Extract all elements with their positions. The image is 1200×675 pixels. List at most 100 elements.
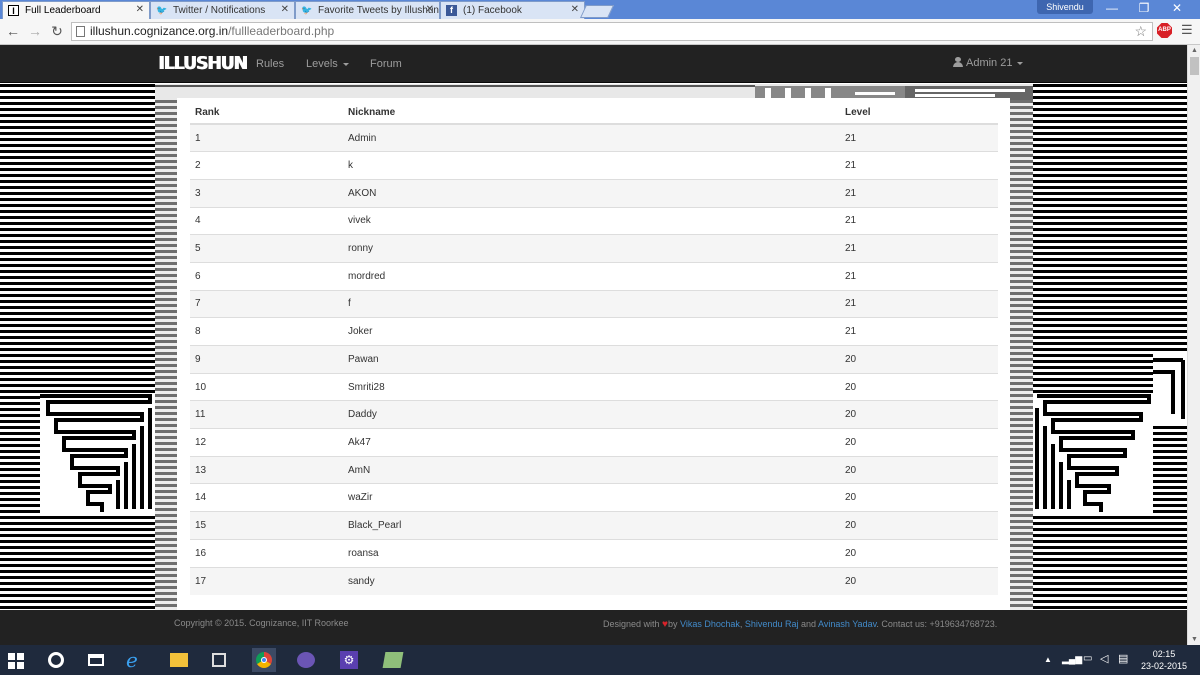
close-tab-icon[interactable]: ✕: [571, 4, 579, 15]
browser-toolbar: ← → ↻ illushun.cognizance.org.in/fulllea…: [0, 19, 1200, 45]
cell-rank: 5: [190, 234, 343, 263]
author-link-vikas[interactable]: Vikas Dhochak: [680, 619, 740, 629]
tab-twitter-notifications[interactable]: 🐦 Twitter / Notifications ✕: [150, 1, 295, 19]
cell-rank: 9: [190, 345, 343, 374]
tab-label: Favorite Tweets by Illushun: [318, 5, 439, 16]
cell-nickname: vivek: [343, 206, 840, 235]
maze-background-left: [0, 84, 155, 610]
by-text: by: [667, 619, 678, 629]
nav-rules[interactable]: Rules: [256, 58, 284, 70]
adblock-extension-icon[interactable]: ABP: [1157, 23, 1172, 38]
page-viewport: ILLUSHUN Rules Levels Forum Admin 21 Ran…: [0, 45, 1187, 645]
close-window-icon[interactable]: ✕: [1163, 1, 1191, 16]
user-icon: [953, 57, 963, 67]
scroll-up-arrow-icon[interactable]: ▲: [1191, 47, 1198, 54]
url-path: /fullleaderboard.php: [228, 24, 335, 38]
new-tab-button[interactable]: [579, 5, 615, 18]
cell-level: 20: [840, 400, 998, 429]
reload-icon[interactable]: ↻: [49, 23, 65, 39]
back-arrow-icon[interactable]: ←: [5, 23, 21, 39]
site-logo[interactable]: ILLUSHUN: [158, 53, 248, 74]
cell-level: 20: [840, 455, 998, 484]
cell-rank: 8: [190, 317, 343, 346]
nav-forum[interactable]: Forum: [370, 58, 402, 70]
table-row: 10 Smriti28 20: [190, 372, 998, 401]
app-purple-icon[interactable]: [297, 652, 315, 668]
browser-tab-strip: I Full Leaderboard ✕ 🐦 Twitter / Notific…: [0, 0, 1200, 19]
cell-rank: 7: [190, 289, 343, 318]
address-bar[interactable]: illushun.cognizance.org.in/fullleaderboa…: [71, 22, 1153, 41]
cell-level: 20: [840, 428, 998, 457]
minimize-icon[interactable]: —: [1098, 1, 1126, 16]
user-menu[interactable]: Admin 21: [953, 57, 1024, 69]
app-green-icon[interactable]: [382, 652, 404, 668]
site-navbar: ILLUSHUN Rules Levels Forum Admin 21: [0, 45, 1187, 83]
signal-icon[interactable]: ▂▄▆: [1062, 654, 1082, 665]
table-row: 15 Black_Pearl 20: [190, 511, 998, 540]
page-scrollbar[interactable]: ▲ ▼: [1187, 45, 1200, 645]
task-view-icon[interactable]: [88, 654, 104, 666]
close-tab-icon[interactable]: ✕: [281, 4, 289, 15]
and-text: and: [800, 619, 817, 629]
table-row: 5 ronny 21: [190, 234, 998, 263]
notification-icon[interactable]: ▤: [1118, 652, 1128, 665]
maze-background-gray-left: [155, 100, 177, 610]
battery-icon[interactable]: ▭: [1083, 653, 1092, 664]
scrollbar-thumb[interactable]: [1190, 57, 1199, 75]
cell-rank: 1: [190, 123, 343, 152]
search-circle-icon[interactable]: [48, 652, 64, 668]
chevron-down-icon: [342, 62, 349, 66]
cell-level: 20: [840, 566, 998, 595]
tray-expand-icon[interactable]: ▲: [1044, 655, 1052, 664]
cell-nickname: Joker: [343, 317, 840, 346]
cell-nickname: Admin: [343, 123, 840, 152]
cell-rank: 4: [190, 206, 343, 235]
cell-level: 21: [840, 317, 998, 346]
maze-background-right: [1033, 84, 1187, 610]
forward-arrow-icon[interactable]: →: [27, 23, 43, 39]
table-row: 17 sandy 20: [190, 566, 998, 595]
separator-text: ,: [739, 619, 743, 629]
browser-menu-icon[interactable]: ☰: [1181, 23, 1195, 37]
tab-full-leaderboard[interactable]: I Full Leaderboard ✕: [2, 1, 150, 19]
volume-icon[interactable]: ◁: [1100, 652, 1108, 665]
cell-nickname: mordred: [343, 261, 840, 291]
column-header-rank: Rank: [190, 98, 343, 125]
table-row: 4 vivek 21: [190, 206, 998, 235]
close-tab-icon[interactable]: ✕: [426, 4, 434, 15]
profile-badge[interactable]: Shivendu: [1037, 0, 1093, 14]
tab-facebook[interactable]: f (1) Facebook ✕: [440, 1, 585, 19]
clock-time[interactable]: 02:15: [1140, 649, 1188, 659]
cell-nickname: f: [343, 289, 840, 318]
table-row: 7 f 21: [190, 289, 998, 318]
leaderboard-table: Rank Nickname Level 1 Admin 21 2 k 21 3 AKON 21 4…: [190, 98, 998, 595]
cell-rank: 17: [190, 566, 343, 595]
scroll-down-arrow-icon[interactable]: ▼: [1191, 636, 1198, 643]
author-link-shivendu[interactable]: Shivendu Raj: [745, 619, 799, 629]
cell-level: 21: [840, 234, 998, 263]
restore-icon[interactable]: ❐: [1130, 1, 1158, 16]
settings-gear-icon[interactable]: ⚙: [340, 651, 358, 669]
cell-level: 21: [840, 206, 998, 235]
cell-level: 21: [840, 289, 998, 318]
table-row: 9 Pawan 20: [190, 345, 998, 374]
cell-rank: 12: [190, 428, 343, 457]
author-link-avinash[interactable]: Avinash Yadav: [818, 619, 876, 629]
tab-label: Full Leaderboard: [25, 5, 101, 16]
nav-levels[interactable]: Levels: [306, 58, 349, 70]
bookmark-star-icon[interactable]: ☆: [1134, 23, 1147, 40]
cell-rank: 15: [190, 511, 343, 540]
store-icon[interactable]: [212, 653, 226, 667]
clock-date[interactable]: 23-02-2015: [1140, 661, 1188, 671]
file-explorer-icon[interactable]: [170, 653, 188, 667]
chrome-taskbar-button[interactable]: [252, 648, 276, 672]
cell-rank: 6: [190, 261, 343, 291]
internet-explorer-icon[interactable]: e: [126, 648, 146, 672]
cell-nickname: sandy: [343, 566, 840, 595]
cell-level: 20: [840, 511, 998, 540]
tab-favorite-tweets[interactable]: 🐦 Favorite Tweets by Illushun ✕: [295, 1, 440, 19]
windows-start-icon[interactable]: [8, 653, 24, 669]
cell-level: 20: [840, 538, 998, 567]
close-tab-icon[interactable]: ✕: [136, 4, 144, 15]
cell-rank: 2: [190, 151, 343, 180]
